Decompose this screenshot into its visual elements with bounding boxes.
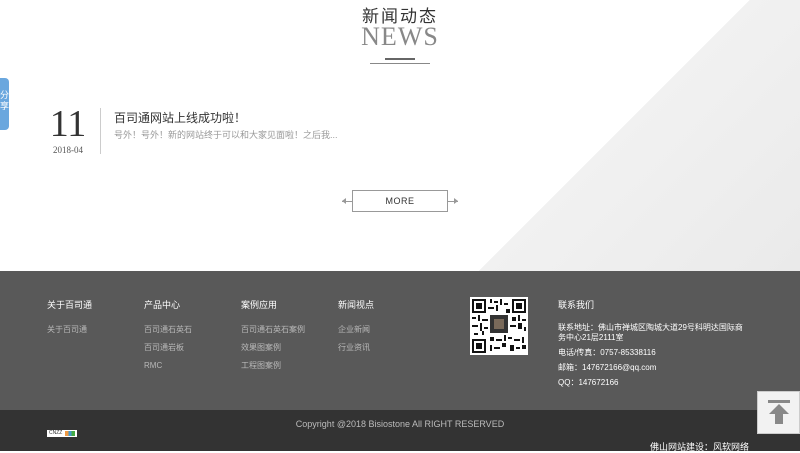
footer-col-about: 关于百司通 关于百司通 (47, 298, 92, 344)
news-divider (100, 108, 101, 154)
news-date: 2018-04 (53, 145, 83, 155)
qr-code-icon (470, 297, 528, 355)
contact-qq: QQ：147672166 (558, 378, 619, 387)
contact-phone: 电话/传真：0757-85338116 (558, 348, 656, 357)
back-to-top-button[interactable] (757, 391, 800, 434)
footer-col-products: 产品中心 百司通石英石 百司通岩板 RMC (144, 298, 192, 380)
footer-col-cases: 案例应用 百司通石英石案例 效果图案例 工程图案例 (241, 298, 305, 380)
builder-link[interactable]: 佛山网站建设：风软网络 (650, 440, 749, 453)
section-subtitle: NEWS (361, 22, 439, 51)
more-control: MORE (342, 190, 458, 212)
footer-link[interactable]: RMC (144, 362, 192, 370)
footer-link[interactable]: 百司通岩板 (144, 344, 192, 352)
cnzz-badge[interactable]: CNZZ (47, 430, 77, 437)
footer: 关于百司通 关于百司通 产品中心 百司通石英石 百司通岩板 RMC 案例应用 百… (0, 271, 800, 410)
arrow-left-icon (342, 198, 346, 204)
title-underline-long (370, 63, 430, 64)
contact-block: 联系我们 联系地址：佛山市禅城区陶城大道29号科明达国际商务中心21层2111室… (558, 298, 743, 393)
contact-head: 联系我们 (558, 300, 595, 310)
title-underline (385, 58, 415, 60)
footer-link[interactable]: 行业资讯 (338, 344, 374, 352)
footer-link[interactable]: 关于百司通 (47, 326, 92, 334)
news-day: 11 (49, 103, 87, 145)
bottom-bar: CNZZ Copyright @2018 Bisiostone All RIGH… (0, 410, 800, 453)
footer-link[interactable]: 百司通石英石 (144, 326, 192, 334)
news-excerpt: 号外！号外！新的网站终于可以和大家见面啦！之后我... (114, 130, 338, 140)
contact-email: 邮箱：147672166@qq.com (558, 363, 657, 372)
copyright: Copyright @2018 Bisiostone All RIGHT RES… (295, 419, 505, 429)
contact-address: 联系地址：佛山市禅城区陶城大道29号科明达国际商务中心21层2111室 (558, 323, 743, 342)
arrow-up-icon (768, 400, 790, 424)
qr-code-graphic (472, 299, 526, 353)
footer-link[interactable]: 企业新闻 (338, 326, 374, 334)
news-title-link[interactable]: 百司通网站上线成功啦！ (114, 109, 246, 126)
footer-link[interactable]: 效果图案例 (241, 344, 305, 352)
footer-link[interactable]: 工程图案例 (241, 362, 305, 370)
footer-link[interactable]: 百司通石英石案例 (241, 326, 305, 334)
share-tab[interactable]: 分享 (0, 78, 9, 130)
more-button[interactable]: MORE (352, 190, 448, 212)
footer-col-head[interactable]: 新闻视点 (338, 298, 374, 311)
footer-col-head[interactable]: 关于百司通 (47, 298, 92, 311)
news-section: 新闻动态 NEWS 11 2018-04 百司通网站上线成功啦！ 号外！号外！新… (0, 0, 800, 271)
footer-col-news: 新闻视点 企业新闻 行业资讯 (338, 298, 374, 362)
footer-col-head[interactable]: 产品中心 (144, 298, 192, 311)
arrow-right-icon (454, 198, 458, 204)
footer-col-head[interactable]: 案例应用 (241, 298, 305, 311)
